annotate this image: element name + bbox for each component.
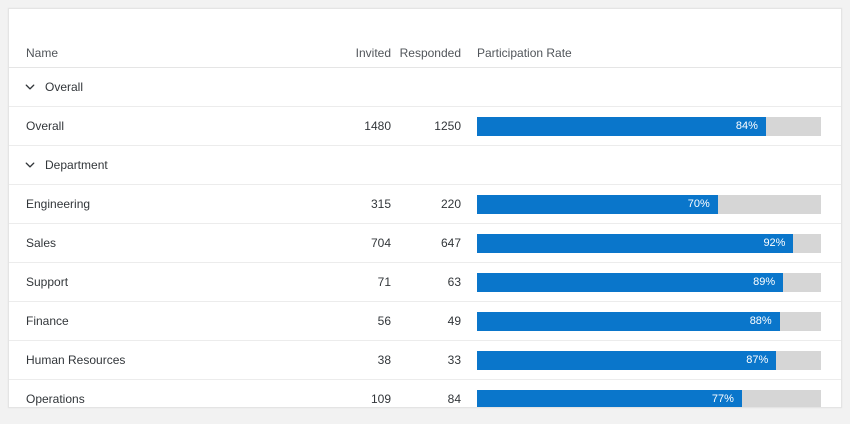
participation-bar-fill: 70% — [477, 195, 718, 214]
participation-bar-track: 89% — [477, 273, 821, 292]
chevron-down-icon[interactable] — [24, 81, 36, 93]
participation-rate-label: 92% — [763, 237, 793, 249]
participation-rate-label: 84% — [736, 120, 766, 132]
row-invited: 38 — [321, 353, 391, 367]
table-row: Human Resources 38 33 87% — [9, 341, 841, 380]
column-header-invited: Invited — [321, 46, 391, 60]
table-row: Operations 109 84 77% — [9, 380, 841, 408]
group-label: Department — [45, 158, 108, 172]
table-row: Support 71 63 89% — [9, 263, 841, 302]
table-row: Sales 704 647 92% — [9, 224, 841, 263]
row-responded: 33 — [391, 353, 461, 367]
row-responded: 1250 — [391, 119, 461, 133]
table-header-row: Name Invited Responded Participation Rat… — [9, 9, 841, 68]
participation-bar-track: 84% — [477, 117, 821, 136]
row-name: Operations — [26, 392, 321, 406]
participation-rate-label: 87% — [746, 354, 776, 366]
row-name: Support — [26, 275, 321, 289]
row-name: Sales — [26, 236, 321, 250]
participation-bar-fill: 77% — [477, 390, 742, 409]
group-label: Overall — [45, 80, 83, 94]
participation-bar-fill: 88% — [477, 312, 780, 331]
participation-rate-label: 88% — [750, 315, 780, 327]
participation-bar-track: 70% — [477, 195, 821, 214]
table-row: Finance 56 49 88% — [9, 302, 841, 341]
participation-bar-fill: 84% — [477, 117, 766, 136]
table-row: Overall 1480 1250 84% — [9, 107, 841, 146]
column-header-responded: Responded — [391, 46, 461, 60]
chevron-down-icon[interactable] — [24, 159, 36, 171]
participation-bar-fill: 87% — [477, 351, 776, 370]
row-responded: 63 — [391, 275, 461, 289]
row-invited: 71 — [321, 275, 391, 289]
participation-bar-track: 87% — [477, 351, 821, 370]
participation-bar-track: 92% — [477, 234, 821, 253]
row-responded: 220 — [391, 197, 461, 211]
row-name: Overall — [26, 119, 321, 133]
participation-summary-widget: Name Invited Responded Participation Rat… — [8, 8, 842, 408]
row-invited: 315 — [321, 197, 391, 211]
participation-rate-label: 77% — [712, 393, 742, 405]
row-name: Finance — [26, 314, 321, 328]
row-responded: 49 — [391, 314, 461, 328]
row-responded: 647 — [391, 236, 461, 250]
participation-bar-fill: 89% — [477, 273, 783, 292]
column-header-participation-rate: Participation Rate — [477, 46, 821, 60]
row-invited: 1480 — [321, 119, 391, 133]
row-invited: 56 — [321, 314, 391, 328]
column-header-name: Name — [26, 46, 321, 60]
row-responded: 84 — [391, 392, 461, 406]
group-row-department[interactable]: Department — [9, 146, 841, 185]
participation-rate-label: 89% — [753, 276, 783, 288]
row-invited: 109 — [321, 392, 391, 406]
participation-bar-fill: 92% — [477, 234, 793, 253]
row-invited: 704 — [321, 236, 391, 250]
row-name: Human Resources — [26, 353, 321, 367]
participation-bar-track: 77% — [477, 390, 821, 409]
table-row: Engineering 315 220 70% — [9, 185, 841, 224]
participation-bar-track: 88% — [477, 312, 821, 331]
participation-rate-label: 70% — [688, 198, 718, 210]
row-name: Engineering — [26, 197, 321, 211]
group-row-overall[interactable]: Overall — [9, 68, 841, 107]
